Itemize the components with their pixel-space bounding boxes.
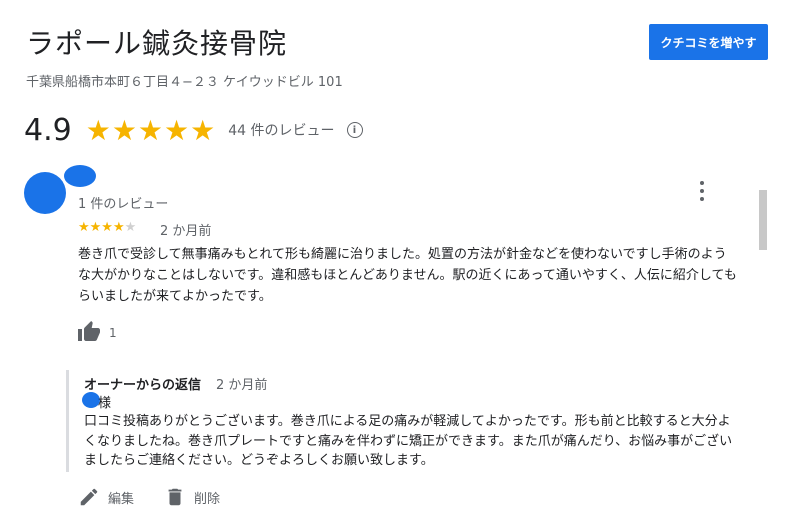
reply-honorific: 様 [98,396,112,411]
get-more-reviews-button[interactable]: クチコミを増やす [649,24,768,60]
review-date: 2 か月前 [160,224,212,239]
review-count-link[interactable]: 44 件のレビュー [228,120,334,140]
delete-button[interactable]: 削除 [164,486,220,508]
business-address: 千葉県船橋市本町６丁目４−２３ ケイウッドビル 101 [26,75,343,90]
scrollbar-thumb[interactable] [759,190,767,250]
review-text: 巻き爪で受診して無事痛みもとれて形も綺麗に治りました。処置の方法が針金などを使わ… [78,247,737,304]
rating-summary: 4.9 ★★★★★ 44 件のレビュー i [24,110,363,150]
business-title: ラポール鍼灸接骨院 [26,27,288,60]
star-empty: ★ [124,220,137,235]
rating-stars: ★★★★★ [85,113,217,147]
reviewer-meta: 1 件のレビュー [78,197,169,212]
like-count: 1 [109,326,117,340]
edit-button[interactable]: 編集 [78,486,134,508]
star-filled: ★★★★ [78,220,125,235]
more-options-icon[interactable] [699,181,705,201]
owner-reply-date: 2 か月前 [216,378,268,393]
owner-reply-text: 口コミ投稿ありがとうございます。巻き爪による足の痛みが軽減してよかったです。形も… [84,414,733,468]
trash-icon [168,488,182,506]
redaction-blot [64,165,96,187]
thumbs-up-icon[interactable] [77,320,101,344]
info-icon[interactable]: i [346,122,363,138]
owner-reply-label: オーナーからの返信 [84,378,202,393]
edit-label: 編集 [108,491,135,507]
pencil-icon [80,488,98,506]
review-stars: ★★★★★ [78,220,136,235]
delete-label: 削除 [194,491,221,507]
rating-value: 4.9 [24,112,72,148]
owner-reply: オーナーからの返信 2 か月前 様 口コミ投稿ありがとうございます。巻き爪による… [66,370,749,472]
avatar[interactable] [24,172,66,214]
